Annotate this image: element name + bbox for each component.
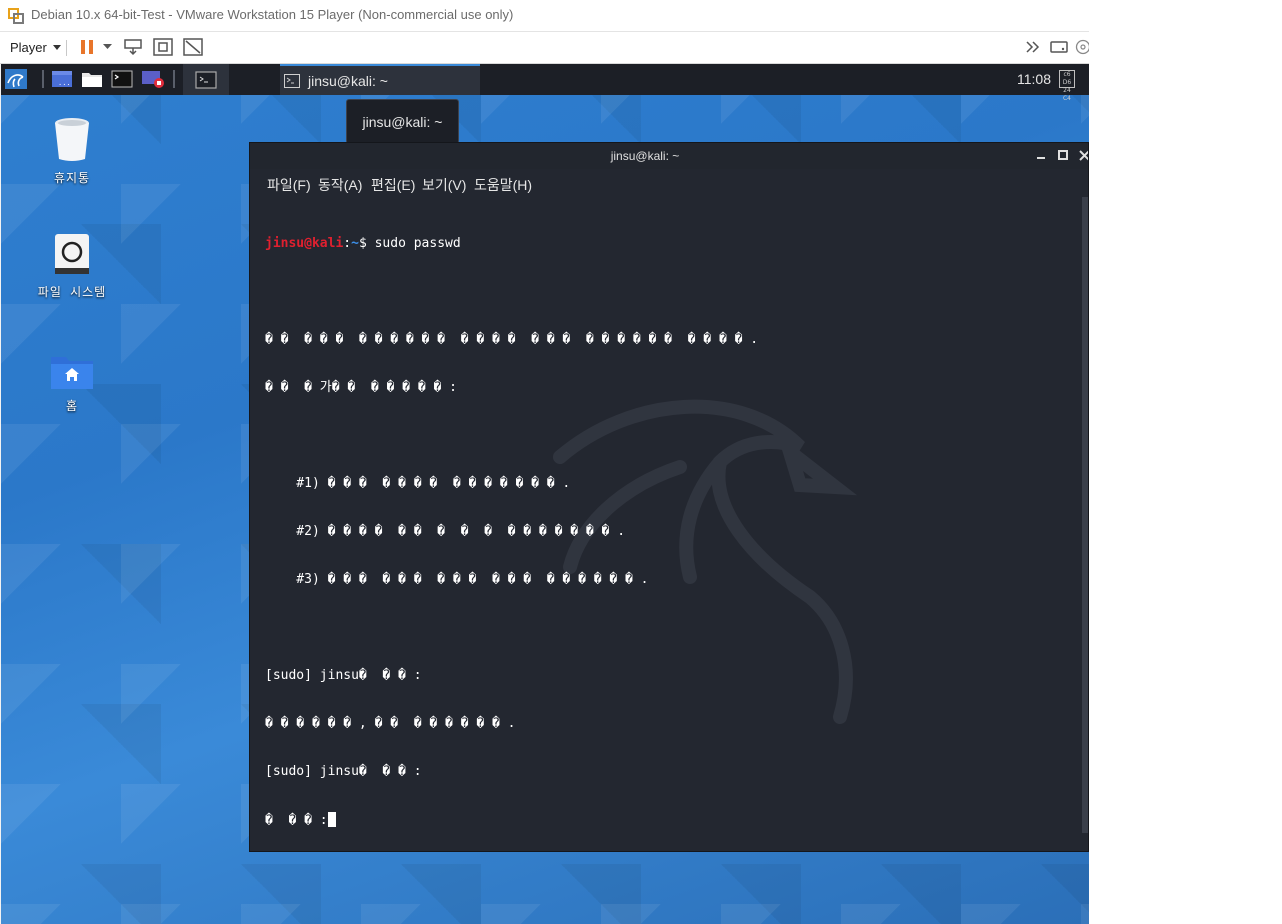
trash-icon	[55, 118, 89, 161]
chevron-down-icon	[102, 44, 112, 49]
panel-divider	[173, 70, 175, 88]
terminal-window[interactable]: jinsu@kali: ~ 파일(F) 동작(A) 편집(E) 보기(V) 도움…	[249, 142, 1089, 852]
taskbar-item-terminal[interactable]: jinsu@kali: ~	[280, 64, 480, 95]
terminal-launcher[interactable]	[110, 67, 134, 91]
text-cursor	[327, 812, 336, 827]
output-line: [sudo] jinsu� � � :	[265, 668, 422, 683]
output-line: #1) � � � � � � � � � � � � � � .	[265, 476, 571, 491]
desktop-icon-home[interactable]: 홈	[22, 353, 122, 414]
toolbar-divider	[66, 40, 67, 56]
vmware-toolbar: Player	[0, 32, 1089, 64]
terminal-output-area[interactable]: jinsu@kali:~$ sudo passwd � � � � � � � …	[250, 197, 1082, 851]
keyboard-layout-indicator[interactable]: c6 D6 24 C4	[1059, 70, 1075, 102]
send-keys-icon	[124, 39, 142, 56]
drive-icon	[55, 234, 89, 274]
vmware-logo-icon	[8, 8, 24, 24]
cd-rom-icon	[1075, 39, 1089, 55]
folder-icon	[82, 73, 102, 87]
terminal-icon	[284, 73, 300, 88]
send-ctrl-alt-del-button[interactable]	[122, 38, 144, 56]
close-icon	[1078, 149, 1088, 161]
full-screen-button[interactable]	[152, 38, 174, 56]
desktop-icon-trash[interactable]: 휴지통	[22, 117, 122, 186]
output-line: � � � 가� � � � � � � :	[265, 380, 457, 395]
maximize-icon	[1058, 150, 1068, 160]
chevron-down-icon	[52, 44, 61, 50]
output-line: #3) � � � � � � � � � � � � � � � � � � …	[265, 572, 649, 587]
desktop-icon-filesystem[interactable]: 파일 시스템	[22, 233, 122, 300]
panel-clock[interactable]: 11:08	[1017, 71, 1051, 87]
vmware-titlebar: Debian 10.x 64-bit-Test - VMware Worksta…	[0, 0, 1089, 32]
vmware-player-window: Debian 10.x 64-bit-Test - VMware Worksta…	[0, 0, 1089, 924]
desktop-icon: ...	[52, 71, 72, 87]
menu-actions[interactable]: 동작(A)	[318, 175, 362, 195]
prompt-separator: :	[343, 236, 352, 251]
command-text: sudo passwd	[366, 236, 461, 251]
terminal-titlebar[interactable]: jinsu@kali: ~	[250, 143, 1088, 169]
terminal-scrollbar[interactable]	[1082, 197, 1088, 833]
player-menu-label: Player	[10, 39, 47, 55]
unity-button[interactable]	[182, 38, 204, 56]
screen-recorder-launcher[interactable]	[140, 67, 166, 91]
hard-disk-device-button[interactable]	[1049, 38, 1069, 56]
pause-button[interactable]	[78, 38, 96, 56]
terminal-text: jinsu@kali:~$ sudo passwd � � � � � � � …	[265, 204, 759, 851]
taskbar-tooltip: jinsu@kali: ~	[346, 99, 459, 144]
kali-top-panel: ... jinsu@kali: ~ 11:08 c6 D6 24 C4	[1, 64, 1089, 102]
minimize-icon	[1037, 157, 1045, 159]
password-prompt: � � � :	[265, 813, 328, 828]
file-manager-launcher[interactable]	[80, 67, 104, 91]
menu-view[interactable]: 보기(V)	[422, 175, 466, 195]
input-line[interactable]: � � � :	[265, 812, 758, 828]
prompt-path: ~	[351, 236, 359, 251]
output-line: #2) � � � � � � � � � � � � � � � � .	[265, 524, 626, 539]
output-line: [sudo] jinsu� � � :	[265, 764, 422, 779]
svg-text:...: ...	[58, 79, 71, 87]
menu-help[interactable]: 도움말(H)	[474, 175, 532, 195]
window-title: Debian 10.x 64-bit-Test - VMware Worksta…	[31, 7, 514, 22]
terminal-icon	[111, 70, 133, 88]
prompt-symbol: $	[358, 236, 367, 251]
kali-dragon-logo-icon	[5, 69, 27, 89]
terminal-menubar: 파일(F) 동작(A) 편집(E) 보기(V) 도움말(H)	[250, 169, 1088, 197]
unity-icon	[183, 38, 203, 56]
guest-desktop[interactable]: ... jinsu@kali: ~ 11:08 c6 D6 24 C4 jins…	[1, 64, 1089, 924]
desktop-icon-label: 파일 시스템	[37, 285, 107, 299]
menu-file[interactable]: 파일(F)	[267, 175, 311, 195]
maximize-button[interactable]	[1056, 148, 1070, 162]
desktop-icon-label: 홈	[65, 399, 79, 413]
prompt-user: jinsu@kali	[265, 236, 344, 251]
desktop-icon-label: 휴지통	[53, 171, 91, 185]
pause-icon	[81, 40, 93, 54]
hard-disk-icon	[1050, 41, 1068, 53]
kali-menu-button[interactable]	[3, 67, 29, 91]
minimize-button[interactable]	[1034, 148, 1048, 162]
show-desktop-button[interactable]: ...	[50, 67, 74, 91]
fullscreen-icon	[153, 38, 173, 56]
terminal-title: jinsu@kali: ~	[610, 149, 680, 163]
prompt-line: jinsu@kali:~$ sudo passwd	[265, 236, 758, 252]
terminal-window-thumbnail-icon	[195, 70, 217, 89]
more-devices-button[interactable]	[1024, 38, 1042, 56]
double-chevron-right-icon	[1026, 41, 1040, 53]
player-menu[interactable]: Player	[10, 38, 61, 56]
menu-edit[interactable]: 편집(E)	[371, 175, 415, 195]
workspace-switcher[interactable]	[183, 64, 229, 95]
home-folder-icon	[51, 357, 93, 389]
output-line: � � � � � � , � � � � � � � � .	[265, 716, 516, 731]
taskbar-item-label: jinsu@kali: ~	[308, 72, 388, 89]
output-line: � � � � � � � � � � � � � � � � � � � � …	[265, 332, 759, 347]
cd-device-button[interactable]	[1075, 38, 1089, 56]
panel-divider	[42, 70, 44, 88]
close-button[interactable]	[1077, 148, 1088, 162]
pause-dropdown-button[interactable]	[100, 38, 114, 56]
screen-record-icon	[142, 71, 164, 88]
